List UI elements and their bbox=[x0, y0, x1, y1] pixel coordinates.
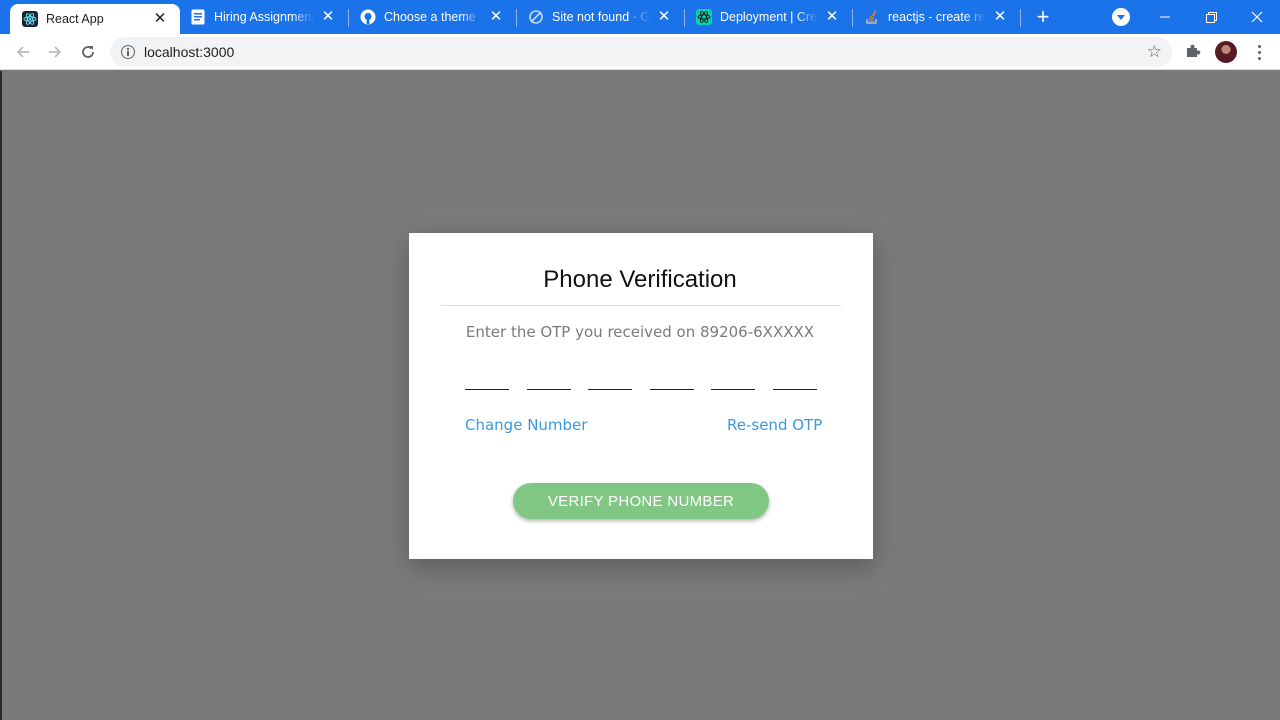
close-tab-icon[interactable]: ✕ bbox=[656, 9, 672, 25]
tab-divider bbox=[1020, 9, 1021, 27]
otp-digit-1[interactable] bbox=[465, 368, 509, 390]
change-number-link[interactable]: Change Number bbox=[465, 416, 587, 434]
otp-digit-6[interactable] bbox=[773, 368, 817, 390]
title-divider bbox=[441, 305, 841, 306]
tab-react-app[interactable]: React App ✕ bbox=[10, 4, 180, 34]
tab-title: Choose a theme bbox=[384, 10, 476, 24]
tab-title: React App bbox=[46, 12, 104, 26]
google-docs-icon bbox=[190, 9, 206, 25]
bookmark-star-icon[interactable]: ☆ bbox=[1147, 42, 1162, 62]
tab-strip: React App ✕ Hiring Assignment - ✕ Choose… bbox=[0, 0, 1280, 34]
tab-hiring-assignment[interactable]: Hiring Assignment - ✕ bbox=[180, 0, 348, 34]
close-tab-icon[interactable]: ✕ bbox=[320, 9, 336, 25]
github-pages-icon bbox=[528, 9, 544, 25]
site-info-icon[interactable] bbox=[121, 45, 135, 59]
close-tab-icon[interactable]: ✕ bbox=[152, 11, 168, 27]
close-window-icon[interactable] bbox=[1234, 0, 1280, 34]
tab-choose-theme[interactable]: Choose a theme ✕ bbox=[348, 0, 516, 34]
reload-icon[interactable] bbox=[76, 40, 100, 64]
otp-digit-3[interactable] bbox=[588, 368, 632, 390]
close-tab-icon[interactable]: ✕ bbox=[992, 9, 1008, 25]
page-left-edge bbox=[0, 71, 2, 720]
close-tab-icon[interactable]: ✕ bbox=[488, 9, 504, 25]
tab-reactjs-stackoverflow[interactable]: reactjs - create reac ✕ bbox=[852, 0, 1020, 34]
restore-icon[interactable] bbox=[1188, 0, 1234, 34]
close-tab-icon[interactable]: ✕ bbox=[824, 9, 840, 25]
extensions-puzzle-icon[interactable] bbox=[1184, 42, 1204, 62]
profile-avatar[interactable] bbox=[1215, 41, 1237, 63]
otp-digit-2[interactable] bbox=[527, 368, 571, 390]
verify-phone-button[interactable]: VERIFY PHONE NUMBER bbox=[513, 483, 769, 519]
otp-instructions: Enter the OTP you received on 89206-6XXX… bbox=[465, 323, 815, 341]
back-icon[interactable] bbox=[11, 40, 35, 64]
minimize-icon[interactable] bbox=[1142, 0, 1188, 34]
tab-site-not-found[interactable]: Site not found · GitH ✕ bbox=[516, 0, 684, 34]
new-tab-icon[interactable]: + bbox=[1031, 5, 1055, 29]
otp-digit-5[interactable] bbox=[711, 368, 755, 390]
tab-title: Hiring Assignment - bbox=[214, 10, 314, 24]
dialog-title: Phone Verification bbox=[543, 266, 737, 293]
forward-icon[interactable] bbox=[43, 40, 67, 64]
tab-title: Deployment | Creat bbox=[720, 10, 818, 24]
resend-otp-link[interactable]: Re-send OTP bbox=[727, 416, 822, 434]
tab-title: reactjs - create reac bbox=[888, 10, 986, 24]
otp-digit-4[interactable] bbox=[650, 368, 694, 390]
url-text: localhost:3000 bbox=[144, 44, 235, 60]
stackoverflow-icon bbox=[864, 9, 880, 25]
tab-title: Site not found · GitH bbox=[552, 10, 650, 24]
address-bar[interactable]: localhost:3000 ☆ bbox=[110, 37, 1172, 67]
react-icon bbox=[22, 11, 38, 27]
react-icon bbox=[696, 9, 712, 25]
browser-menu-icon[interactable] bbox=[1249, 42, 1269, 62]
github-icon bbox=[360, 9, 376, 25]
tab-search-icon[interactable] bbox=[1112, 8, 1130, 26]
browser-toolbar: localhost:3000 ☆ bbox=[0, 34, 1280, 70]
tab-deployment[interactable]: Deployment | Creat ✕ bbox=[684, 0, 852, 34]
